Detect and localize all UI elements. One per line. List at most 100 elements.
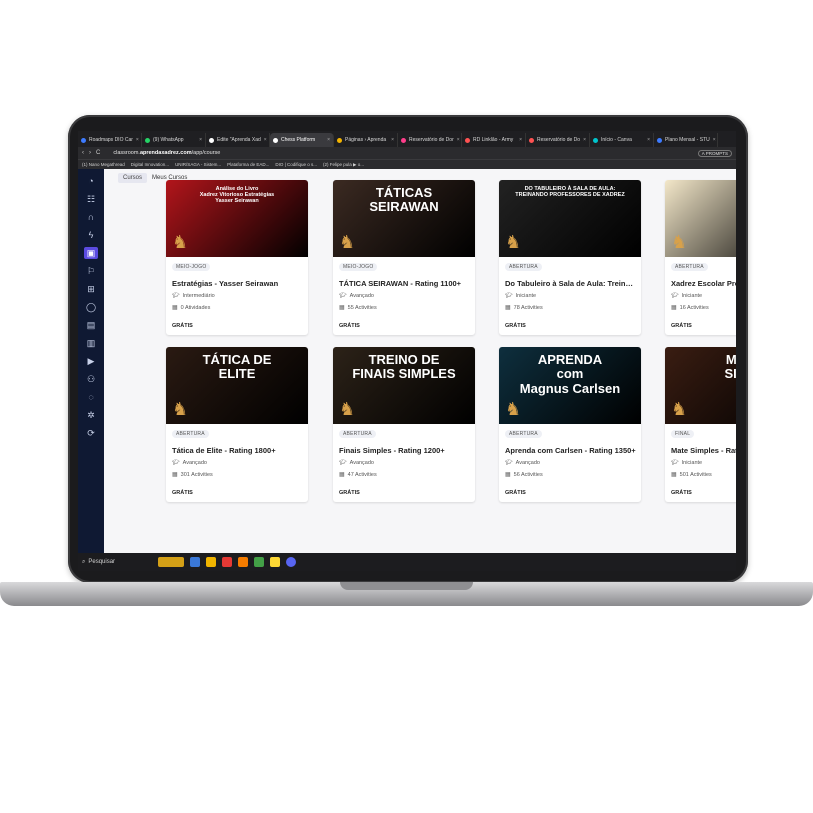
gear-icon[interactable]: ✲ <box>84 409 98 421</box>
url-text[interactable]: classroom.aprendaxadrez.com/app/course <box>113 150 220 156</box>
taskbar-search[interactable]: ⌕ Pesquisar <box>82 559 152 566</box>
ring-icon[interactable]: ◯ <box>84 301 98 313</box>
folder-icon[interactable] <box>206 557 216 567</box>
close-icon[interactable]: × <box>199 137 202 143</box>
course-thumbnail[interactable]: APRENDA com Magnus Carlsen ♞ <box>499 347 641 424</box>
app-icon[interactable] <box>238 557 248 567</box>
course-thumbnail[interactable]: ♞ <box>665 180 736 257</box>
chessboard-icon: ▦ <box>671 472 677 478</box>
bookmark-item[interactable]: (2) Felipe pula ▶ o... <box>323 162 364 168</box>
course-title[interactable]: Finais Simples - Rating 1200+ <box>339 446 471 455</box>
category-badge: MEIO-JOGO <box>339 263 378 271</box>
chessboard-icon: ▦ <box>172 305 178 311</box>
course-title[interactable]: Estratégias - Yasser Seirawan <box>172 279 304 288</box>
close-icon[interactable]: × <box>264 137 267 143</box>
close-icon[interactable]: × <box>391 137 394 143</box>
browser-tab[interactable]: Reservatório de Dor × <box>398 133 462 147</box>
course-level: 🎓︎ Iniciante <box>671 292 703 300</box>
book-icon[interactable]: ▣ <box>84 247 98 259</box>
browser-tab[interactable]: Plano Mensal - STU × <box>654 133 718 147</box>
bookmarks-bar: (1) Nano Megathread Digital Innovation...… <box>78 159 736 169</box>
course-price: GRÁTIS <box>172 490 193 496</box>
category-badge: ABERTURA <box>671 263 708 271</box>
course-thumbnail[interactable]: Análise do Livro Xadrez Vitorioso Estrat… <box>166 180 308 257</box>
course-title[interactable]: Xadrez Escolar Pro: Repe <box>671 279 736 288</box>
hierarchy-icon[interactable]: ☷ <box>84 193 98 205</box>
bar-chart-icon[interactable]: ▥ <box>84 337 98 349</box>
gauge-icon[interactable]: ◔ <box>84 175 98 187</box>
course-price: GRÁTIS <box>671 323 692 329</box>
bookmark-item[interactable]: (1) Nano Megathread <box>82 162 125 167</box>
browser-tab[interactable]: Início - Canva × <box>590 133 654 147</box>
category-badge: MEIO-JOGO <box>172 263 211 271</box>
course-card[interactable]: TÁTICAS SEIRAWAN ♞ MEIO-JOGO TÁTICA SEIRAWA… <box>333 180 475 335</box>
course-thumbnail[interactable]: DO TABULEIRO À SALA DE AULA: TREINANDO P… <box>499 180 641 257</box>
course-thumbnail[interactable]: TÁTICA DE ELITE ♞ <box>166 347 308 424</box>
course-card[interactable]: TREINO DE FINAIS SIMPLES ♞ ABERTURA Finais … <box>333 347 475 502</box>
course-title[interactable]: Tática de Elite - Rating 1800+ <box>172 446 304 455</box>
bookmark-item[interactable]: Plataforma de EAD... <box>227 162 269 167</box>
bookmark-item[interactable]: DIO | Codifique o s... <box>275 162 317 167</box>
close-icon[interactable]: × <box>327 137 330 143</box>
course-title[interactable]: Do Tabuleiro à Sala de Aula: Treinan... <box>505 279 637 288</box>
back-button[interactable]: ‹ <box>82 150 84 156</box>
chat-icon[interactable]: ◌ <box>84 391 98 403</box>
browser-tab[interactable]: RD Linklão - Army × <box>462 133 526 147</box>
browser-tab[interactable]: Edite "Aprenda Xad × <box>206 133 270 147</box>
browser-tab[interactable]: (9) WhatsApp × <box>142 133 206 147</box>
course-thumbnail[interactable]: MA SIM ♞ <box>665 347 736 424</box>
play-icon[interactable]: ▶ <box>84 355 98 367</box>
prompts-pill[interactable]: A PROMPTS <box>697 149 732 157</box>
headset-icon[interactable]: ∩ <box>84 211 98 223</box>
course-thumbnail[interactable]: TREINO DE FINAIS SIMPLES ♞ <box>333 347 475 424</box>
close-icon[interactable]: × <box>136 137 139 143</box>
course-card[interactable]: ♞ ABERTURA Xadrez Escolar Pro: Repe 🎓︎Inici… <box>665 180 736 335</box>
discord-icon[interactable] <box>286 557 296 567</box>
address-bar[interactable]: ‹ › C classroom.aprendaxadrez.com/app/co… <box>78 147 736 159</box>
users-icon[interactable]: ⚇ <box>84 373 98 385</box>
chessboard-icon: ▦ <box>671 305 677 311</box>
course-card[interactable]: TÁTICA DE ELITE ♞ ABERTURA Tática de Elite … <box>166 347 308 502</box>
forward-button[interactable]: › <box>89 150 91 156</box>
thumbnail-title: TÁTICA DE ELITE <box>202 352 272 382</box>
close-icon[interactable]: × <box>647 137 650 143</box>
taskbar-app-icon[interactable] <box>190 557 200 567</box>
browser-tab[interactable]: Chess Platform × <box>270 133 334 147</box>
bookmark-item[interactable]: Digital Innovation... <box>131 162 169 167</box>
app-icon-2[interactable] <box>254 557 264 567</box>
tab-courses[interactable]: Cursos <box>118 173 148 183</box>
flag-icon[interactable]: ⚐ <box>84 265 98 277</box>
course-card[interactable]: MA SIM ♞ FINAL Mate Simples - Rating 13 🎓︎In… <box>665 347 736 502</box>
bolt-icon[interactable]: ϟ <box>84 229 98 241</box>
browser-tab[interactable]: Reservatório de Do × <box>526 133 590 147</box>
close-icon[interactable]: × <box>457 137 460 143</box>
course-card[interactable]: Análise do Livro Xadrez Vitorioso Estrat… <box>166 180 308 335</box>
grid-icon[interactable]: ⊞ <box>84 283 98 295</box>
close-icon[interactable]: × <box>583 137 586 143</box>
course-title[interactable]: Mate Simples - Rating 13 <box>671 446 736 455</box>
chess-piece-icon: ♞ <box>172 399 189 419</box>
course-card[interactable]: DO TABULEIRO À SALA DE AULA: TREINANDO P… <box>499 180 641 335</box>
course-title[interactable]: TÁTICA SEIRAWAN - Rating 1100+ <box>339 279 471 288</box>
course-card[interactable]: APRENDA com Magnus Carlsen ♞ ABERTURA Apren… <box>499 347 641 502</box>
course-price: GRÁTIS <box>339 323 360 329</box>
category-badge: ABERTURA <box>172 430 209 438</box>
course-title[interactable]: Aprenda com Carlsen - Rating 1350+ <box>505 446 637 455</box>
browser-tab[interactable]: Roadmaps DIO Car × <box>78 133 142 147</box>
tab-favicon-icon <box>593 137 598 143</box>
course-thumbnail[interactable]: TÁTICAS SEIRAWAN ♞ <box>333 180 475 257</box>
opera-icon[interactable] <box>222 557 232 567</box>
course-level: 🎓︎ Avançado <box>339 459 374 467</box>
taskbar-widget-icon[interactable] <box>158 557 184 567</box>
close-icon[interactable]: × <box>713 137 716 143</box>
tab-favicon-icon <box>81 137 86 143</box>
browser-tab[interactable]: Páginas › Aprenda × <box>334 133 398 147</box>
bookmark-item[interactable]: UNIR/SAGA - Sistem... <box>175 162 221 167</box>
thumbnail-title: TREINO DE FINAIS SIMPLES <box>352 352 456 382</box>
reload-button[interactable]: C <box>96 150 100 156</box>
close-icon[interactable]: × <box>519 137 522 143</box>
document-icon[interactable]: ▤ <box>84 319 98 331</box>
chessboard-icon: ▦ <box>339 305 345 311</box>
logout-icon[interactable]: ⟳ <box>84 427 98 439</box>
app-icon-3[interactable] <box>270 557 280 567</box>
